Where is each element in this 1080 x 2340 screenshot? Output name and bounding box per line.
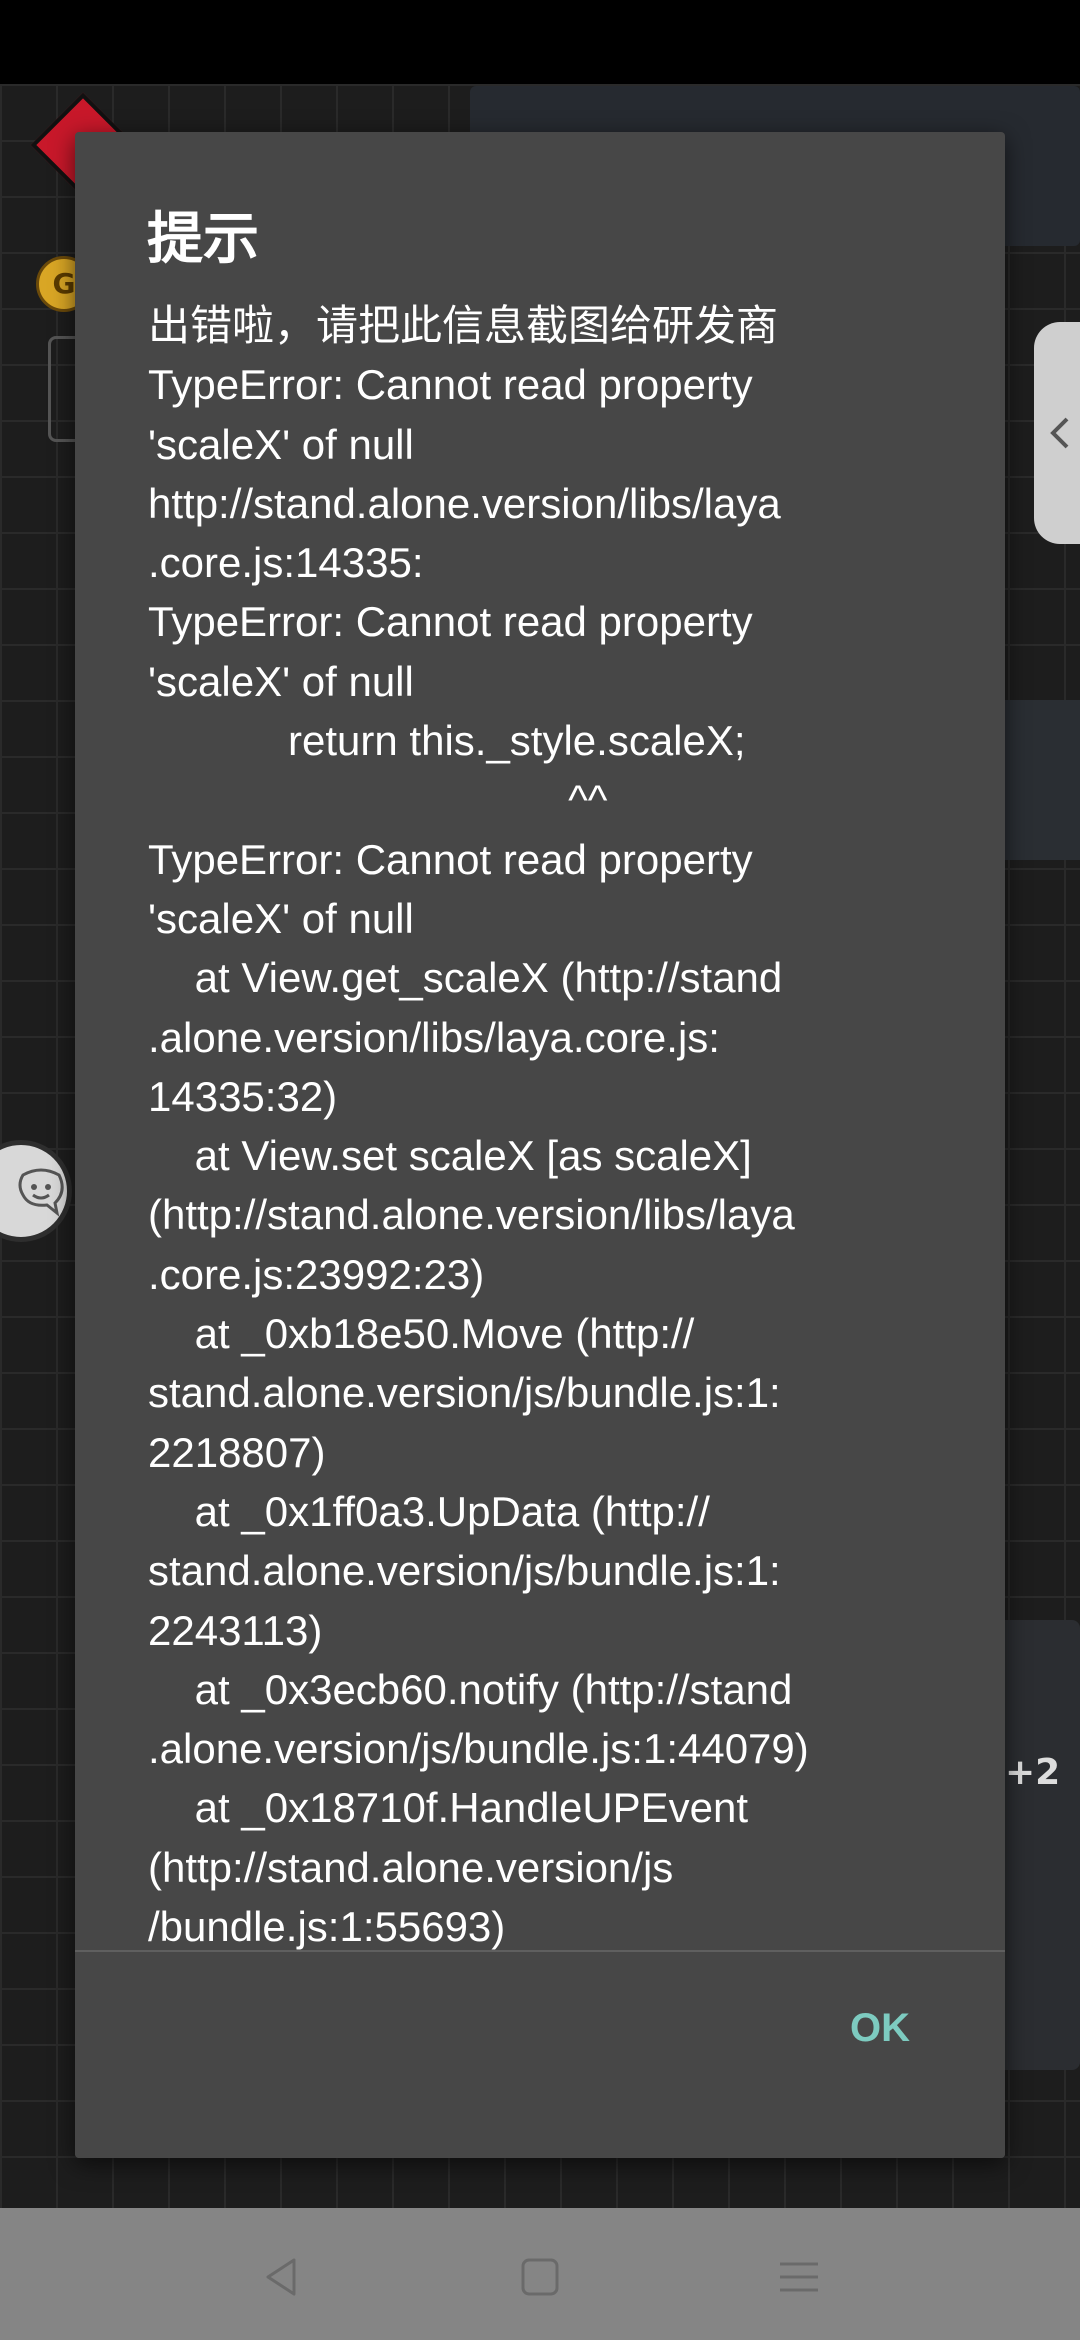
message-line: 'scaleX' of null <box>148 420 414 468</box>
message-line: 'scaleX' of null <box>148 657 414 705</box>
message-line: ^^ <box>148 776 608 824</box>
message-line: (http://stand.alone.version/js <box>148 1843 674 1891</box>
message-line: /bundle.js:1:55693) <box>148 1903 506 1951</box>
back-triangle-icon[interactable] <box>258 2252 308 2302</box>
message-line: 14335:32) <box>148 1072 338 1120</box>
message-line: TypeError: Cannot read property <box>148 361 753 409</box>
menu-lines-icon[interactable] <box>774 2252 824 2302</box>
message-line: stand.alone.version/js/bundle.js:1: <box>148 1369 781 1417</box>
message-line: at _0x3ecb60.notify (http://stand <box>148 1665 793 1713</box>
dialog-footer: OK <box>75 1952 1005 2158</box>
message-line: (http://stand.alone.version/libs/laya <box>148 1191 795 1239</box>
dialog-title: 提示 <box>147 207 259 272</box>
message-line: at _0x1ff0a3.UpData (http:// <box>148 1487 710 1535</box>
message-line: return this._style.scaleX; <box>148 717 746 765</box>
message-line: stand.alone.version/js/bundle.js:1: <box>148 1547 781 1595</box>
navigation-bar <box>0 2208 1080 2340</box>
ok-button[interactable]: OK <box>850 2006 910 2051</box>
message-line: http://stand.alone.version/libs/laya <box>148 479 781 527</box>
chat-face-icon <box>18 1168 64 1217</box>
message-line: 2218807) <box>148 1428 326 1476</box>
message-line: 2243113) <box>148 1606 323 1654</box>
message-line: at View.get_scaleX (http://stand <box>148 954 783 1002</box>
message-line: .core.js:23992:23) <box>148 1250 485 1298</box>
error-dialog: 提示 出错啦，请把此信息截图给研发商 TypeError: Cannot read… <box>75 132 1005 2158</box>
message-line: at _0xb18e50.Move (http:// <box>148 1310 695 1358</box>
message-line: 出错啦，请把此信息截图给研发商 <box>148 302 779 349</box>
message-line: TypeError: Cannot read property <box>148 598 753 646</box>
message-line: .core.js:14335: <box>148 539 424 587</box>
status-bar <box>0 0 1080 84</box>
dialog-message[interactable]: 出错啦，请把此信息截图给研发商 TypeError: Cannot read pr… <box>148 296 978 2116</box>
message-line: at View.set scaleX [as scaleX] <box>148 1132 752 1180</box>
message-line: 'scaleX' of null <box>148 894 414 942</box>
home-square-icon[interactable] <box>515 2252 565 2302</box>
chevron-left-icon <box>1050 417 1069 449</box>
message-line: .alone.version/js/bundle.js:1:44079) <box>148 1725 809 1773</box>
message-line: TypeError: Cannot read property <box>148 835 753 883</box>
side-drawer-tab[interactable] <box>1034 322 1080 544</box>
message-line: at _0x18710f.HandleUPEvent <box>148 1784 749 1832</box>
message-line: .alone.version/libs/laya.core.js: <box>148 1013 720 1061</box>
game-badge: +2 <box>1005 1752 1061 1793</box>
